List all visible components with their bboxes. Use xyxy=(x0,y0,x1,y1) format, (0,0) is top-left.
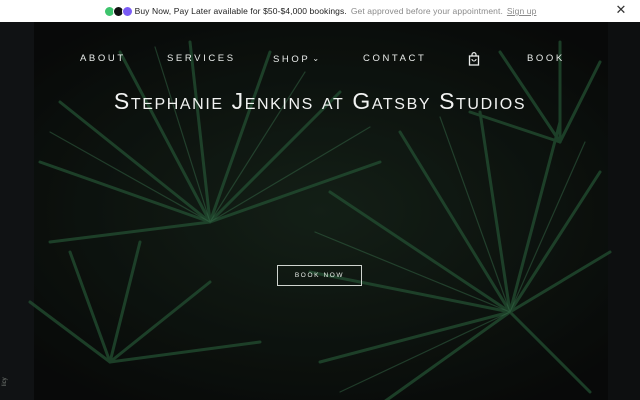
nav-shop[interactable]: SHOP ⌄ xyxy=(273,52,319,67)
hero-section: ABOUT SERVICES SHOP ⌄ CONTACT BOOK Stepha… xyxy=(0,22,640,400)
nav-shop-label: SHOP xyxy=(273,54,311,65)
nav-about[interactable]: ABOUT xyxy=(80,52,126,66)
palm-leaves-background xyxy=(0,22,640,400)
side-privacy-text[interactable]: licy xyxy=(2,377,8,386)
close-icon[interactable]: ✕ xyxy=(614,3,628,17)
site-title-text: Stephanie Jenkins at Gatsby Studios xyxy=(113,88,527,114)
promo-text: Buy Now, Pay Later available for $50-$4,… xyxy=(134,6,347,16)
chevron-down-icon: ⌄ xyxy=(312,54,320,63)
book-now-button[interactable]: BOOK NOW xyxy=(277,265,362,286)
promo-subtext: Get approved before your appointment. xyxy=(350,6,503,16)
nav-book[interactable]: BOOK xyxy=(527,52,565,66)
promo-banner: Buy Now, Pay Later available for $50-$4,… xyxy=(0,0,640,22)
nav-contact[interactable]: CONTACT xyxy=(363,52,426,66)
promo-signup-link[interactable]: Sign up xyxy=(507,6,537,16)
shopping-bag-icon[interactable] xyxy=(468,52,480,66)
site-title: Stephanie Jenkins at Gatsby Studios xyxy=(0,88,640,115)
bnpl-logos-icon xyxy=(103,5,133,17)
nav-services[interactable]: SERVICES xyxy=(167,52,236,66)
main-nav: ABOUT SERVICES SHOP ⌄ CONTACT BOOK xyxy=(0,52,640,66)
